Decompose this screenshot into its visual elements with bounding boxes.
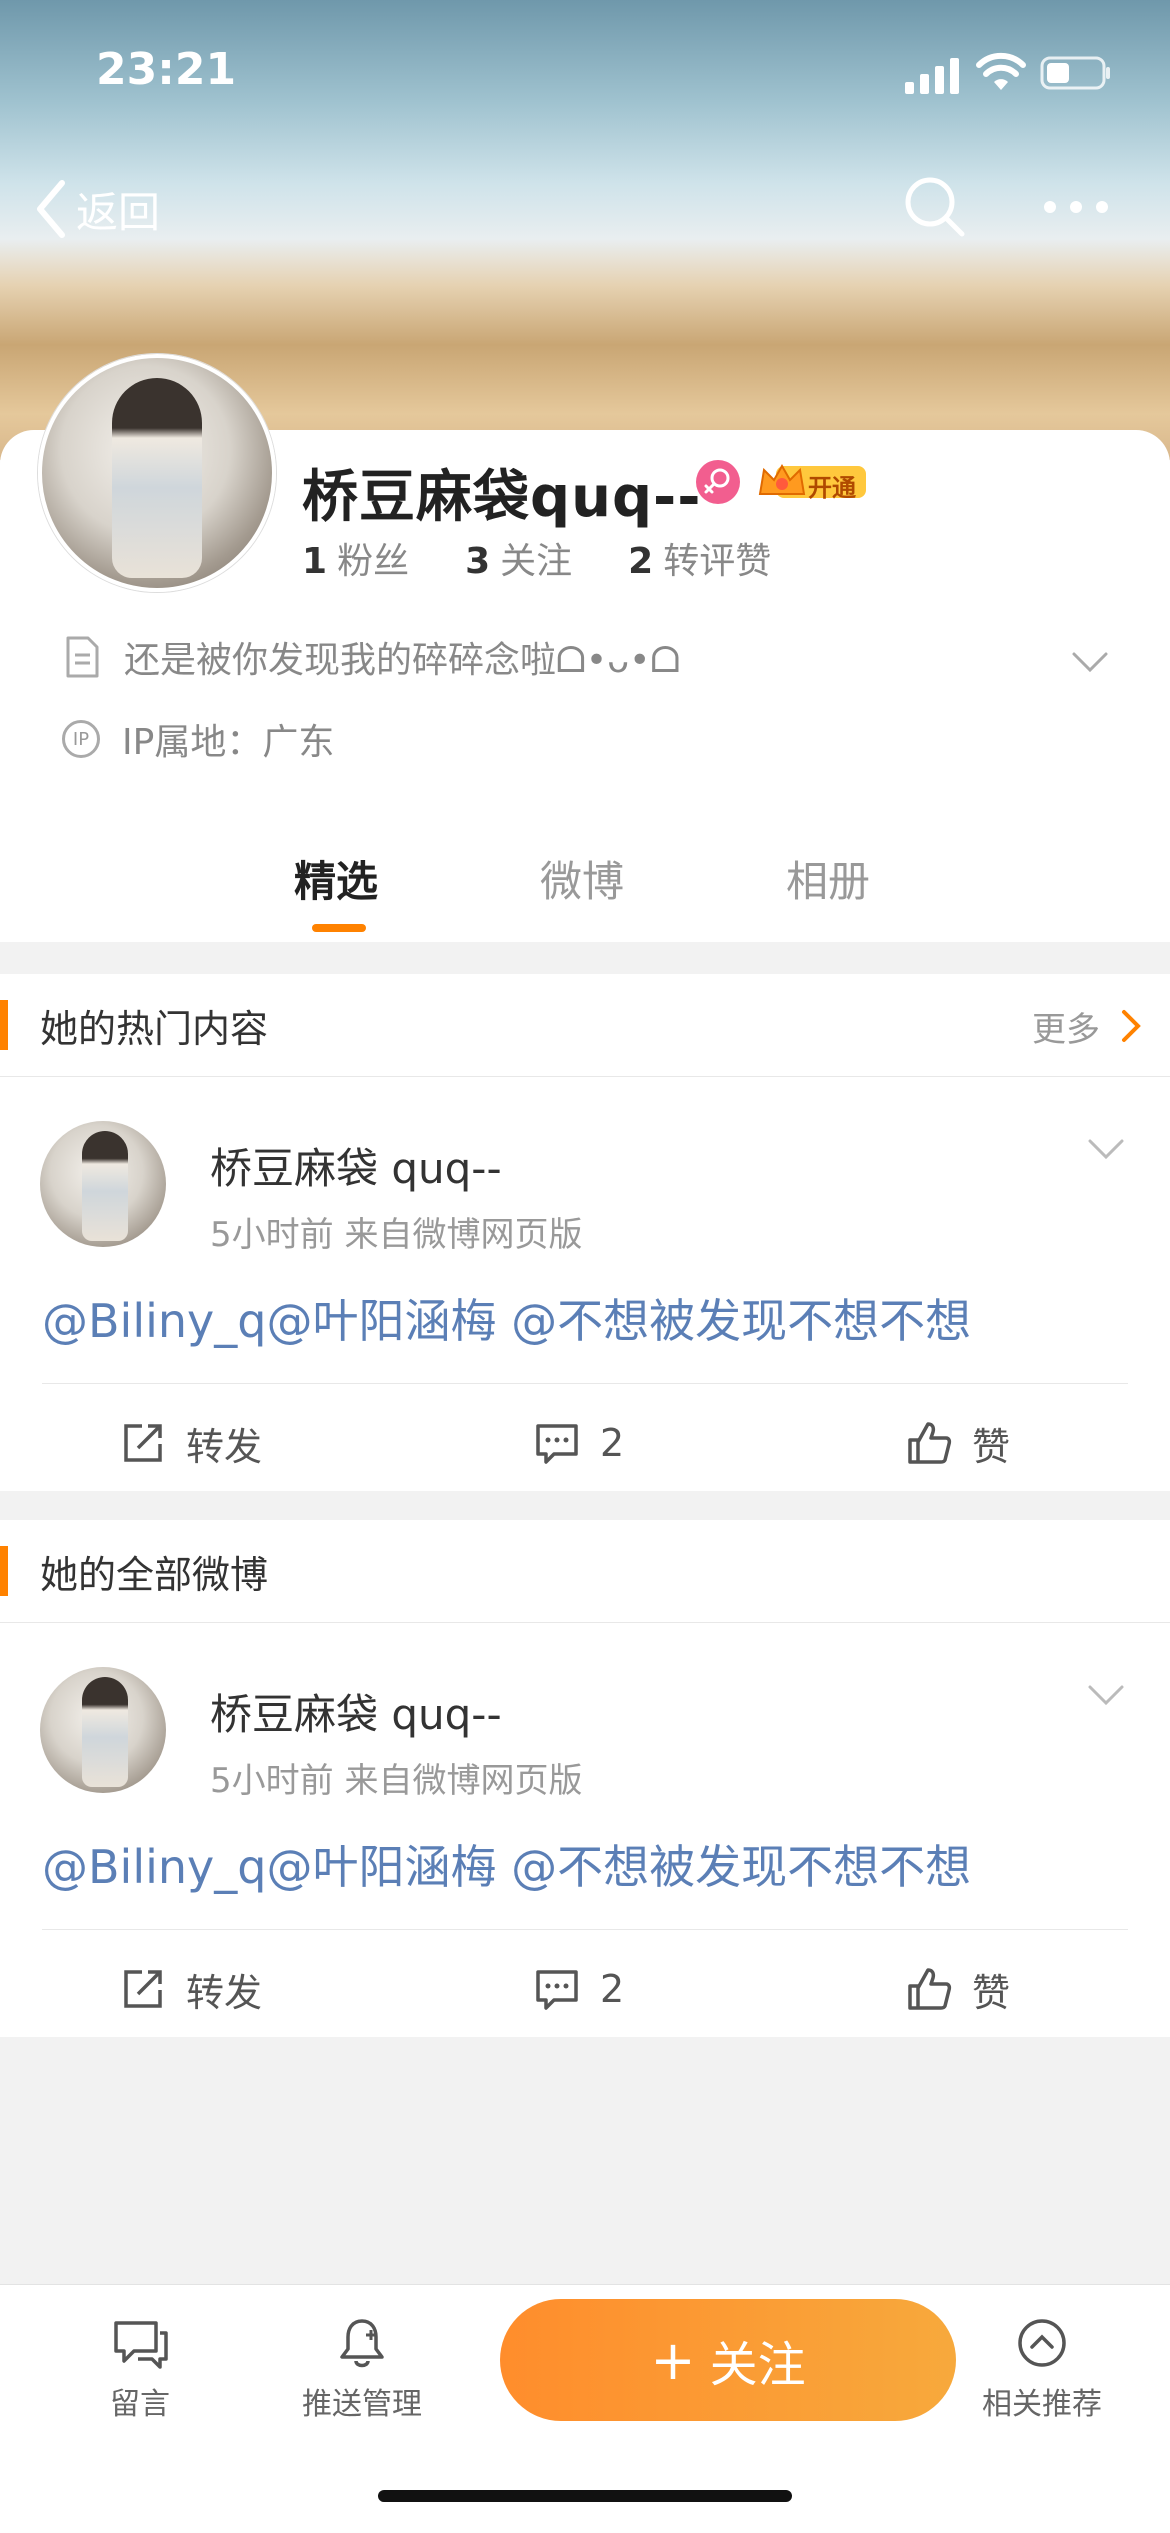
search-icon[interactable] [900, 172, 970, 242]
thumbs-up-icon [908, 1422, 952, 1464]
message-label: 留言 [110, 2387, 170, 2422]
post-text[interactable]: @Biliny_q@叶阳涵梅 @不想被发现不想不想 [42, 1831, 971, 1897]
comment-icon [536, 1424, 578, 1464]
back-button[interactable]: 返回 [34, 178, 160, 240]
ip-location-text: IP属地：广东 [122, 722, 335, 763]
divider [42, 1383, 1128, 1384]
tab-featured[interactable]: 精选 [294, 848, 378, 909]
related-recommend-button[interactable]: 相关推荐 [982, 2315, 1102, 2423]
profile-tabs: 精选 微博 相册 [0, 848, 1170, 944]
section-accent-bar [0, 1000, 8, 1050]
ip-location-row: IP IP属地：广东 [62, 714, 334, 764]
stat-followers[interactable]: 1 粉丝 [302, 532, 409, 584]
comment-button[interactable]: 2 [534, 1949, 624, 2029]
post-meta: 5小时前 来自微博网页版 [210, 1215, 583, 1255]
post-card[interactable]: 桥豆麻袋 quq-- 5小时前 来自微博网页版 @Biliny_q@叶阳涵梅 @… [0, 1077, 1170, 1491]
female-gender-icon [696, 460, 740, 504]
profile-avatar[interactable] [38, 354, 276, 592]
back-label: 返回 [76, 187, 161, 237]
post-meta: 5小时前 来自微博网页版 [210, 1761, 583, 1801]
push-settings-button[interactable]: 推送管理 [302, 2315, 422, 2423]
follow-button[interactable]: + 关注 [500, 2299, 956, 2421]
active-tab-indicator [312, 924, 366, 932]
divider [42, 1929, 1128, 1930]
hot-content-more-link[interactable]: 更多 [1032, 1002, 1100, 1051]
wifi-icon [976, 52, 1026, 90]
section-accent-bar [0, 1546, 8, 1596]
like-button[interactable]: 赞 [906, 1949, 1010, 2029]
like-label: 赞 [972, 1424, 1011, 1469]
follow-label: 关注 [709, 2337, 806, 2393]
post-author[interactable]: 桥豆麻袋 quq-- [210, 1135, 502, 1196]
stat-following[interactable]: 3 关注 [465, 532, 572, 584]
repost-button[interactable]: 转发 [120, 1403, 262, 1483]
post-card[interactable]: 桥豆麻袋 quq-- 5小时前 来自微博网页版 @Biliny_q@叶阳涵梅 @… [0, 1623, 1170, 2037]
chevron-down-icon[interactable] [1086, 1135, 1126, 1163]
post-text[interactable]: @Biliny_q@叶阳涵梅 @不想被发现不想不想 [42, 1285, 971, 1351]
chevron-down-icon[interactable] [1070, 640, 1110, 684]
post-author[interactable]: 桥豆麻袋 quq-- [210, 1681, 502, 1742]
all-posts-title: 她的全部微博 [40, 1553, 269, 1597]
bio-row[interactable]: 还是被你发现我的碎碎念啦ᗝ•ᴗ•ᗝ [62, 632, 1132, 682]
like-label: 赞 [972, 1970, 1011, 2015]
status-bar: 23:21 [0, 0, 1170, 140]
repost-label: 转发 [186, 1424, 263, 1469]
more-options-icon[interactable] [1040, 182, 1112, 232]
repost-button[interactable]: 转发 [120, 1949, 262, 2029]
message-icon [114, 2321, 168, 2369]
post-avatar[interactable] [40, 1667, 166, 1793]
related-recommend-label: 相关推荐 [982, 2387, 1102, 2422]
chevron-left-icon [37, 180, 65, 238]
thumbs-up-icon [908, 1968, 952, 2010]
all-posts-header: 她的全部微博 [0, 1520, 1170, 1623]
like-button[interactable]: 赞 [906, 1403, 1010, 1483]
top-nav: 返回 [0, 160, 1170, 260]
ip-icon: IP [62, 720, 100, 758]
chevron-up-circle-icon [1018, 2319, 1066, 2367]
bio-text: 还是被你发现我的碎碎念啦ᗝ•ᴗ•ᗝ [124, 640, 681, 681]
profile-stats: 1 粉丝 3 关注 2 转评赞 [302, 532, 771, 584]
bell-icon [340, 2319, 384, 2368]
chevron-right-icon[interactable] [1120, 1008, 1142, 1044]
comment-count: 2 [600, 1967, 625, 2011]
cellular-signal-icon [905, 58, 959, 94]
stat-interactions[interactable]: 2 转评赞 [628, 532, 771, 584]
repost-label: 转发 [186, 1970, 263, 2015]
plus-icon: + [650, 2328, 696, 2392]
comment-count: 2 [600, 1421, 625, 1465]
repost-icon [124, 1970, 162, 2008]
status-time: 23:21 [96, 44, 237, 95]
comment-button[interactable]: 2 [534, 1403, 624, 1483]
vip-open-label[interactable]: 开通 [808, 468, 856, 503]
battery-icon [1040, 56, 1110, 90]
document-icon [66, 636, 99, 678]
hot-content-title: 她的热门内容 [40, 1007, 269, 1051]
comment-icon [536, 1970, 578, 2010]
message-button[interactable]: 留言 [110, 2315, 170, 2423]
push-settings-label: 推送管理 [302, 2387, 422, 2422]
post-avatar[interactable] [40, 1121, 166, 1247]
chevron-down-icon[interactable] [1086, 1681, 1126, 1709]
profile-username: 桥豆麻袋quq-- [302, 465, 702, 530]
tab-weibo[interactable]: 微博 [540, 848, 624, 909]
repost-icon [124, 1424, 162, 1462]
home-indicator[interactable] [378, 2490, 792, 2502]
tab-album[interactable]: 相册 [786, 848, 870, 909]
hot-content-header: 她的热门内容 更多 [0, 974, 1170, 1077]
